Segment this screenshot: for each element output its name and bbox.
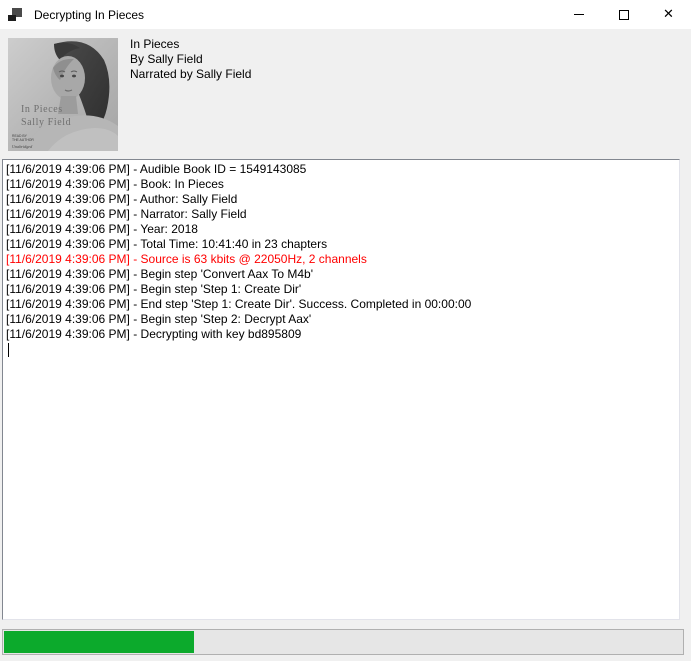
book-cover-art: In Pieces Sally Field READ BY THE AUTHOR… — [8, 38, 118, 151]
text-caret — [8, 343, 9, 357]
close-button[interactable]: ✕ — [646, 0, 691, 29]
book-info-block: In Pieces By Sally Field Narrated by Sal… — [130, 37, 251, 82]
log-line: [11/6/2019 4:39:06 PM] - Audible Book ID… — [6, 162, 676, 177]
title-bar: Decrypting In Pieces ✕ — [0, 0, 691, 29]
minimize-icon — [574, 14, 584, 15]
book-narrator: Narrated by Sally Field — [130, 67, 251, 82]
log-line: [11/6/2019 4:39:06 PM] - Narrator: Sally… — [6, 207, 676, 222]
book-cover-image: In Pieces Sally Field READ BY THE AUTHOR… — [8, 38, 118, 151]
log-textbox[interactable]: [11/6/2019 4:39:06 PM] - Audible Book ID… — [2, 159, 680, 620]
book-title: In Pieces — [130, 37, 251, 52]
cover-author-text: Sally Field — [21, 117, 71, 128]
log-line: [11/6/2019 4:39:06 PM] - Begin step 'Ste… — [6, 312, 676, 327]
cover-badge-line2: THE AUTHOR — [12, 138, 34, 142]
progress-fill — [4, 631, 194, 653]
close-icon: ✕ — [663, 8, 674, 21]
log-line: [11/6/2019 4:39:06 PM] - Author: Sally F… — [6, 192, 676, 207]
progress-bar — [2, 629, 684, 655]
cover-badge-line3: Unabridged — [12, 144, 33, 149]
book-author: By Sally Field — [130, 52, 251, 67]
log-line: [11/6/2019 4:39:06 PM] - Year: 2018 — [6, 222, 676, 237]
minimize-button[interactable] — [556, 0, 601, 29]
app-icon — [8, 7, 24, 23]
window-title: Decrypting In Pieces — [34, 8, 144, 22]
log-line: [11/6/2019 4:39:06 PM] - Total Time: 10:… — [6, 237, 676, 252]
log-line: [11/6/2019 4:39:06 PM] - Source is 63 kb… — [6, 252, 676, 267]
cover-title-text: In Pieces — [21, 104, 63, 115]
log-line: [11/6/2019 4:39:06 PM] - Decrypting with… — [6, 327, 676, 342]
log-line: [11/6/2019 4:39:06 PM] - Book: In Pieces — [6, 177, 676, 192]
log-line: [11/6/2019 4:39:06 PM] - Begin step 'Con… — [6, 267, 676, 282]
maximize-button[interactable] — [601, 0, 646, 29]
log-line: [11/6/2019 4:39:06 PM] - End step 'Step … — [6, 297, 676, 312]
maximize-icon — [619, 10, 629, 20]
log-line: [11/6/2019 4:39:06 PM] - Begin step 'Ste… — [6, 282, 676, 297]
